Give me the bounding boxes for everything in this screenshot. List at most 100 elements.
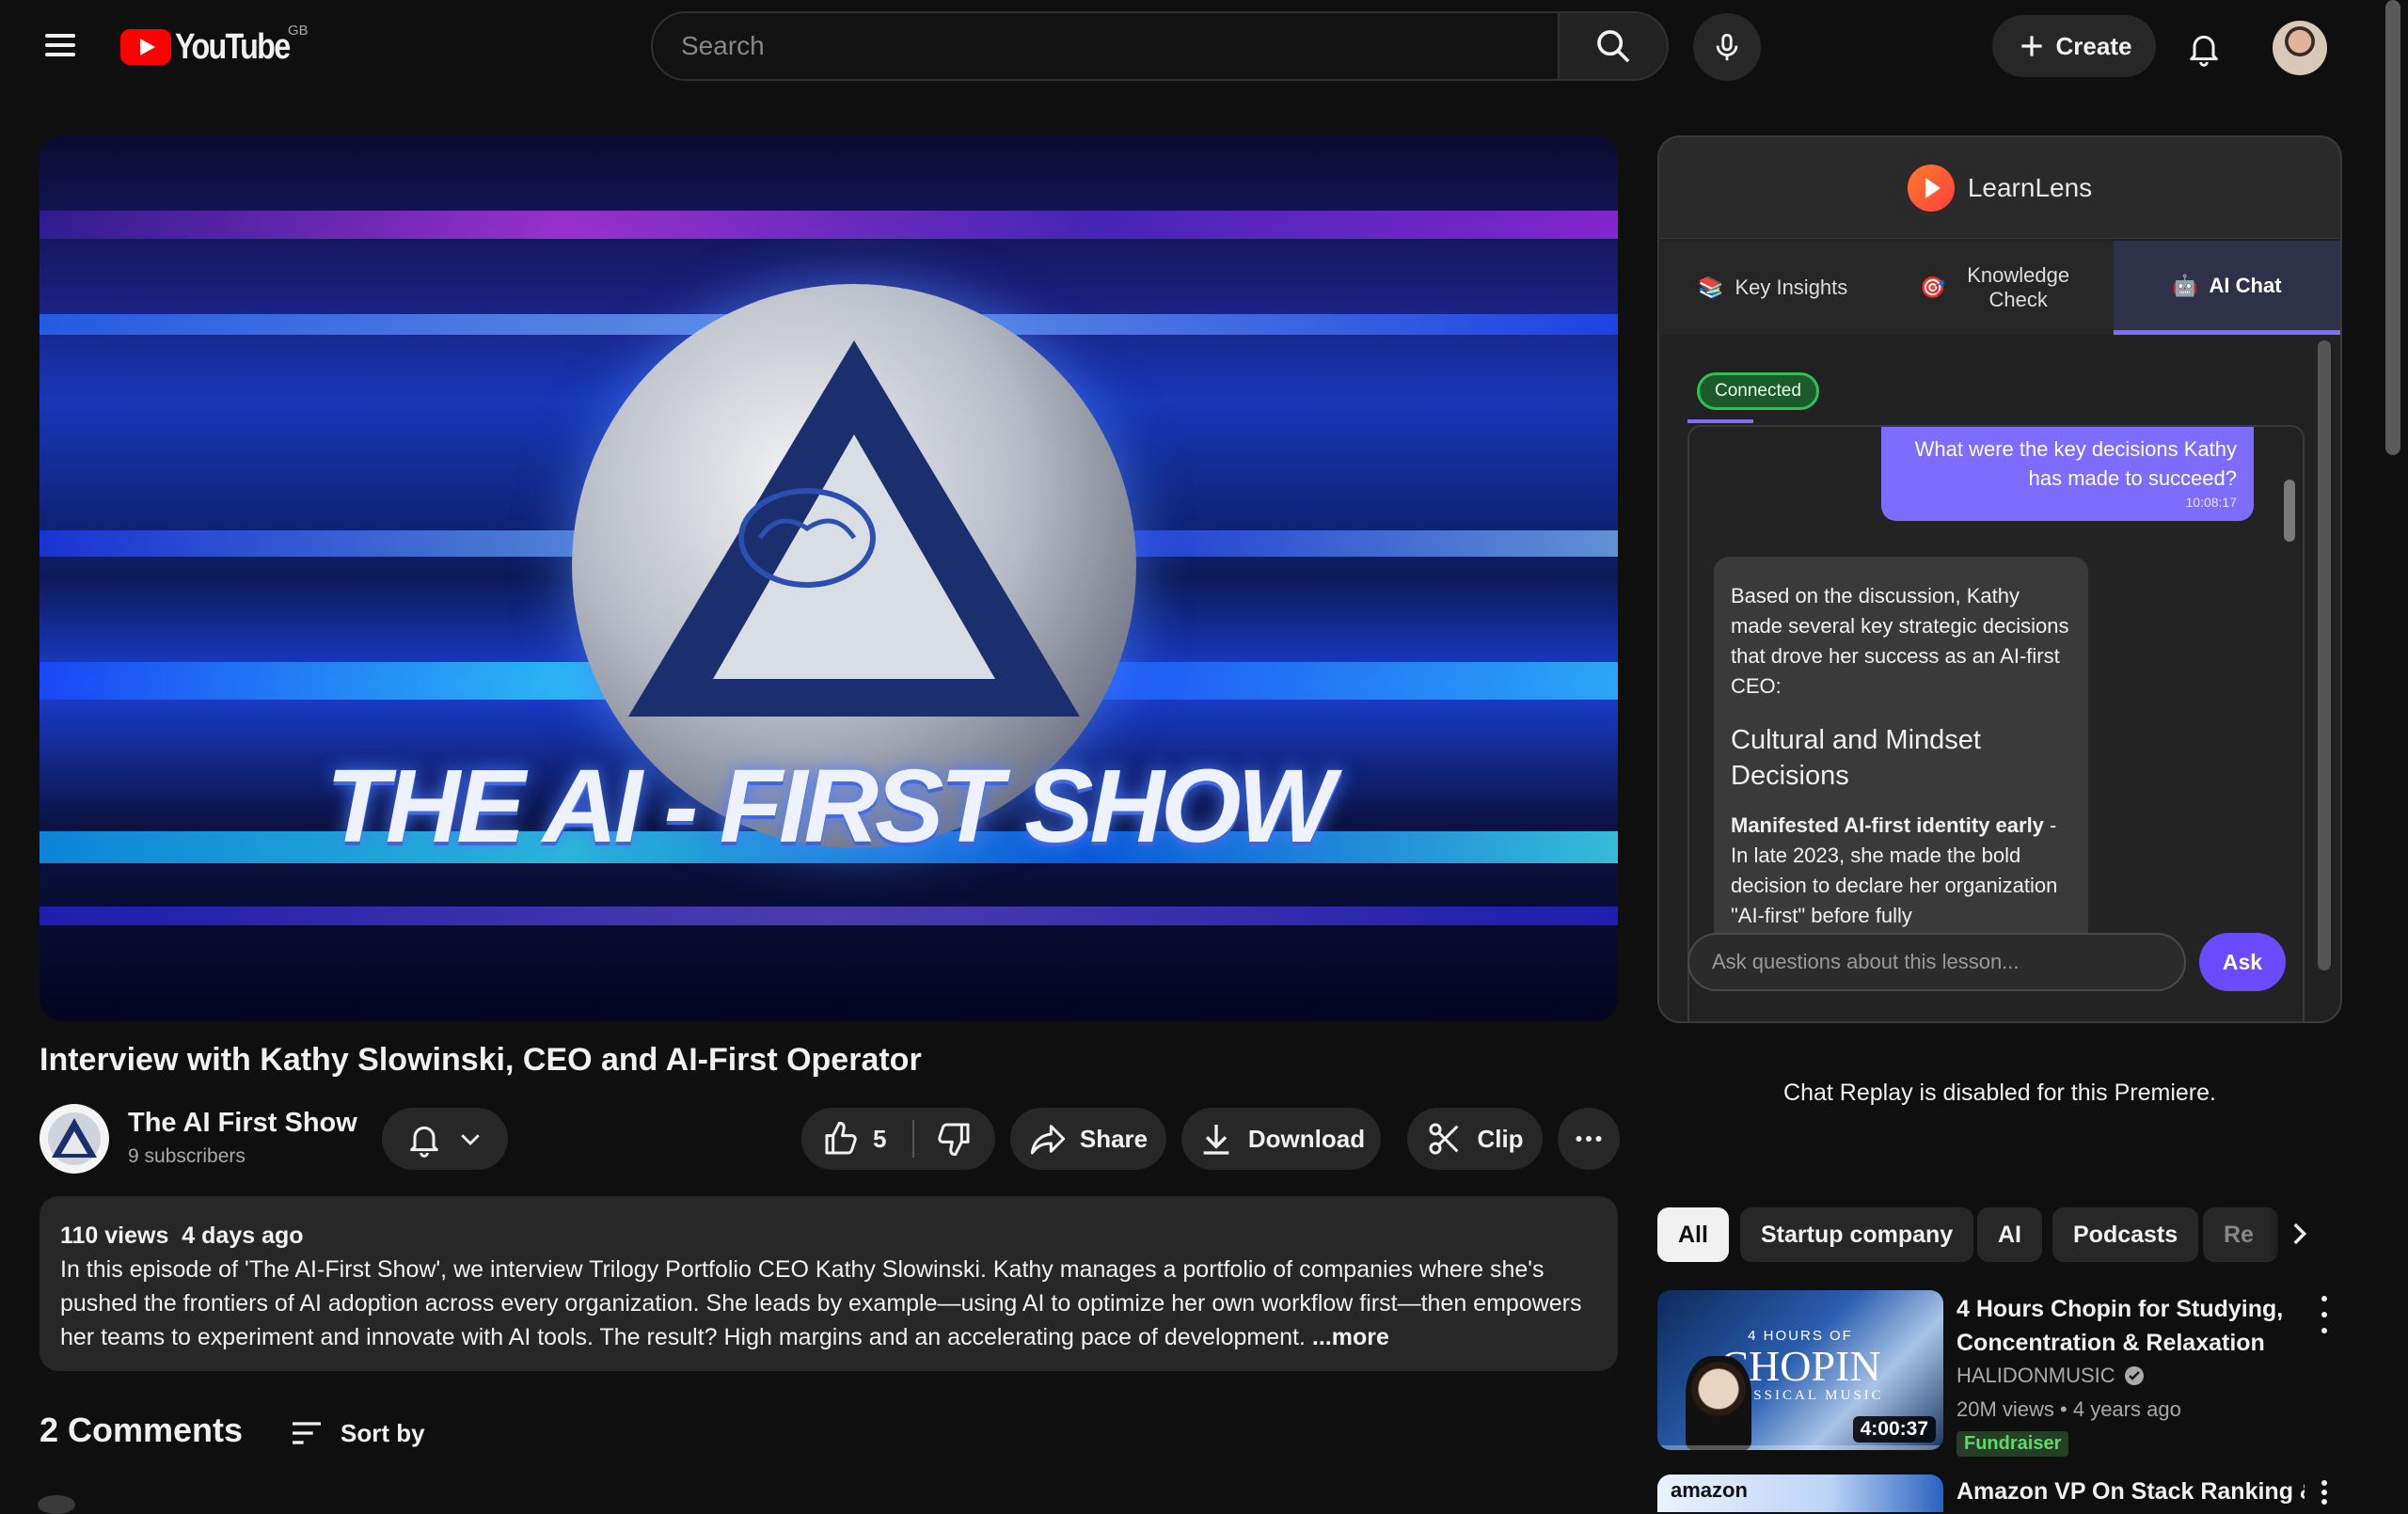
learnlens-panel: LearnLens 📚 Key Insights 🎯 Knowledge Che… (1657, 135, 2342, 1023)
learnlens-tabs: 📚 Key Insights 🎯 Knowledge Check 🤖 AI Ch… (1659, 241, 2340, 335)
triangle-logo-icon (628, 340, 1080, 717)
more-actions-button[interactable] (1558, 1108, 1620, 1170)
video-title: Interview with Kathy Slowinski, CEO and … (40, 1042, 922, 1078)
share-label: Share (1079, 1124, 1149, 1153)
sort-by-button[interactable]: Sort by (288, 1414, 425, 1452)
books-icon: 📚 (1698, 276, 1724, 299)
video-duration: 4:00:37 (1852, 1416, 1936, 1443)
tab-label: Knowledge Check (1967, 263, 2070, 311)
sort-icon (293, 1422, 321, 1444)
share-icon (1030, 1125, 1066, 1155)
chip-partial[interactable]: Re (2203, 1207, 2278, 1262)
account-avatar[interactable] (2273, 21, 2327, 75)
robot-icon: 🤖 (2172, 273, 2198, 297)
download-icon (1203, 1125, 1229, 1155)
search-input[interactable] (681, 31, 1558, 61)
ask-button[interactable]: Ask (2199, 933, 2286, 991)
chip-ai[interactable]: AI (1977, 1207, 2042, 1262)
video-player[interactable]: THE AI - FIRST SHOW (40, 135, 1618, 1021)
recommendation-menu-button[interactable] (2310, 1480, 2338, 1505)
description-box[interactable]: 110 views 4 days ago In this episode of … (40, 1196, 1618, 1371)
ai-message-heading: Cultural and Mindset Decisions (1731, 725, 1981, 791)
chat-replay-notice: Chat Replay is disabled for this Premier… (1783, 1080, 2216, 1106)
light-band (40, 211, 1618, 239)
tab-ai-chat[interactable]: 🤖 AI Chat (2113, 241, 2340, 335)
thumbs-down-icon[interactable] (935, 1120, 973, 1158)
channel-avatar[interactable] (40, 1104, 109, 1174)
target-icon: 🎯 (1920, 276, 1946, 299)
thumbnail-text: amazon (1671, 1478, 1748, 1502)
chevron-down-icon (461, 1134, 480, 1145)
description-meta: 110 views 4 days ago (60, 1219, 1597, 1253)
recommendation-title[interactable]: Amazon VP On Stack Ranking & (1956, 1475, 2305, 1508)
sort-label: Sort by (341, 1418, 425, 1447)
subscriber-count: 9 subscribers (128, 1145, 246, 1167)
user-message-text: What were the key decisions Kathy has ma… (1914, 437, 2237, 490)
microphone-icon (1716, 33, 1738, 61)
youtube-logo[interactable]: YouTube (120, 26, 309, 68)
create-label: Create (2055, 31, 2132, 60)
light-band (40, 907, 1618, 925)
question-input[interactable] (1712, 950, 2184, 974)
view-count: 110 views (60, 1222, 169, 1249)
verified-icon (2124, 1366, 2144, 1385)
ai-message-point: Manifested AI-first identity early - In … (1731, 811, 2071, 931)
like-count: 5 (873, 1124, 887, 1153)
search-icon (1597, 30, 1629, 62)
bell-icon (2190, 35, 2218, 67)
chat-scrollbar[interactable] (2284, 480, 2295, 542)
youtube-play-icon (120, 29, 171, 65)
channel-name[interactable]: The AI First Show (128, 1108, 357, 1139)
clip-button[interactable]: Clip (1407, 1108, 1543, 1170)
chip-podcasts[interactable]: Podcasts (2052, 1207, 2199, 1262)
subscription-bell-button[interactable] (382, 1108, 508, 1170)
chip-all[interactable]: All (1657, 1207, 1729, 1262)
download-button[interactable]: Download (1181, 1108, 1381, 1170)
chip-startup-company[interactable]: Startup company (1740, 1207, 1974, 1262)
tab-key-insights[interactable]: 📚 Key Insights (1659, 241, 1886, 335)
chat-progress-bar (1687, 419, 1753, 423)
tab-label: AI Chat (2209, 273, 2282, 297)
recommendation-menu-button[interactable] (2310, 1296, 2338, 1333)
learnlens-brand: LearnLens (1967, 172, 2093, 202)
description-text-row: In this episode of 'The AI-First Show', … (60, 1253, 1597, 1354)
channel-label: HALIDONMUSIC (1956, 1364, 2115, 1387)
question-field[interactable] (1687, 933, 2186, 991)
create-button[interactable]: Create (1992, 15, 2156, 77)
watch-progress (1657, 1445, 1943, 1450)
search-box[interactable] (651, 11, 1560, 81)
recommendation-title[interactable]: 4 Hours Chopin for Studying, Concentrati… (1956, 1292, 2305, 1360)
show-more-link[interactable]: ...more (1312, 1324, 1389, 1350)
share-button[interactable]: Share (1010, 1108, 1166, 1170)
plus-icon (2020, 36, 2042, 56)
like-button[interactable]: 5 (801, 1108, 995, 1170)
like-divider (912, 1120, 915, 1158)
menu-icon[interactable] (38, 28, 83, 66)
learnlens-header: LearnLens (1659, 137, 2340, 239)
more-horizontal-icon (1576, 1136, 1602, 1142)
notifications-button[interactable] (2175, 19, 2233, 77)
chevron-right-icon (2293, 1222, 2307, 1245)
portrait-image (1686, 1356, 1751, 1450)
panel-scrollbar[interactable] (2318, 340, 2331, 970)
scissors-icon (1429, 1123, 1459, 1155)
page-scrollbar[interactable] (2385, 0, 2400, 455)
recommendation-thumbnail[interactable]: 4 HOURS OF CHOPIN CLASSICAL MUSIC 4:00:3… (1657, 1290, 1943, 1450)
recommendation-channel[interactable]: HALIDONMUSIC (1956, 1364, 2146, 1388)
ai-message-intro: Based on the discussion, Kathy made seve… (1731, 584, 2069, 698)
message-time: 10:08:17 (2185, 495, 2238, 510)
region-code: GB (288, 23, 309, 39)
voice-search-button[interactable] (1693, 13, 1761, 81)
tab-knowledge-check[interactable]: 🎯 Knowledge Check (1886, 241, 2113, 335)
thumbnail-title: THE AI - FIRST SHOW (325, 749, 1336, 864)
thumbs-up-icon (825, 1121, 857, 1155)
recommendation-meta: 20M views • 4 years ago (1956, 1397, 2181, 1421)
recommendation-thumbnail[interactable]: amazon (1657, 1475, 1943, 1512)
upload-age: 4 days ago (182, 1222, 304, 1249)
search-button[interactable] (1560, 11, 1669, 81)
chips-next-button[interactable] (2269, 1204, 2329, 1264)
comments-count: 2 Comments (40, 1411, 244, 1449)
bell-icon (410, 1126, 438, 1158)
clip-label: Clip (1477, 1124, 1524, 1153)
logo-text: YouTube (175, 26, 291, 67)
